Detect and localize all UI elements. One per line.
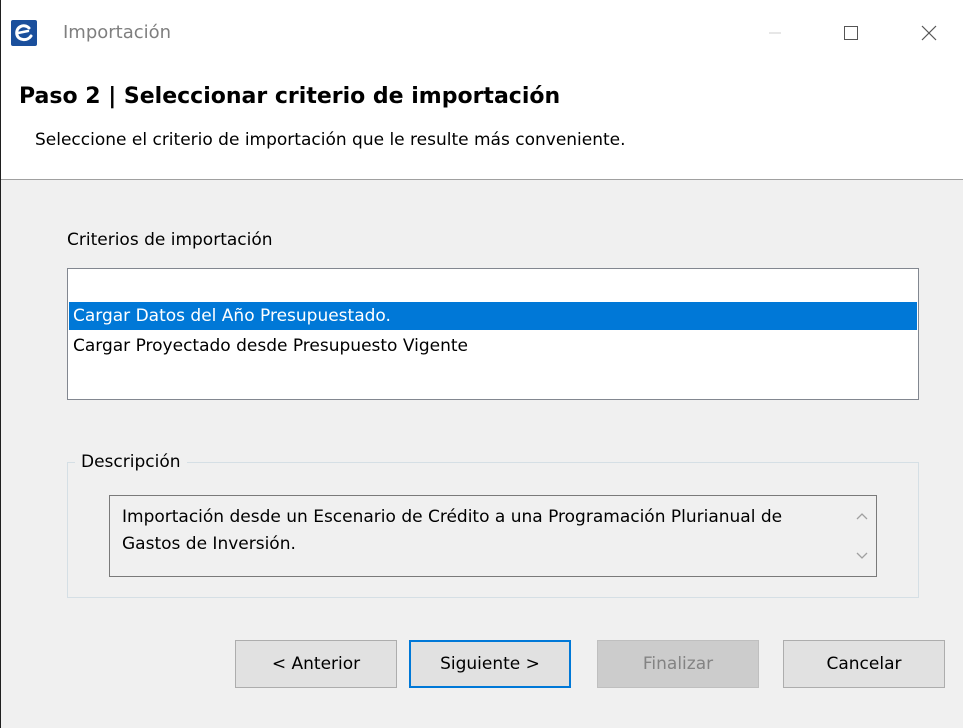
previous-button[interactable]: < Anterior — [235, 640, 397, 688]
description-textbox[interactable]: Importación desde un Escenario de Crédit… — [109, 495, 877, 577]
description-text: Importación desde un Escenario de Crédit… — [122, 507, 783, 554]
app-logo-icon — [11, 20, 37, 46]
import-wizard-window: Importación Paso 2 | Seleccionar criteri… — [0, 0, 963, 728]
maximize-button[interactable] — [819, 0, 883, 66]
scroll-up-icon[interactable] — [854, 508, 870, 524]
finish-button[interactable]: Finalizar — [597, 640, 759, 688]
cancel-button[interactable]: Cancelar — [783, 640, 945, 688]
scroll-down-icon[interactable] — [854, 548, 870, 564]
maximize-icon — [844, 26, 858, 40]
criteria-item-projected-current[interactable]: Cargar Proyectado desde Presupuesto Vige… — [69, 332, 917, 360]
window-title: Importación — [63, 22, 172, 43]
description-legend: Descripción — [75, 452, 187, 472]
close-button[interactable] — [897, 0, 961, 66]
step-description: Seleccione el criterio de importación qu… — [35, 130, 626, 150]
criteria-label: Criterios de importación — [67, 230, 273, 250]
close-icon — [921, 25, 937, 41]
criteria-item-budget-year[interactable]: Cargar Datos del Año Presupuestado. — [69, 302, 917, 330]
minimize-icon — [769, 32, 781, 34]
minimize-button[interactable] — [743, 0, 807, 66]
title-bar[interactable]: Importación — [1, 0, 963, 66]
step-title: Paso 2 | Seleccionar criterio de importa… — [19, 84, 561, 109]
criteria-listbox[interactable]: Cargar Datos del Año Presupuestado. Carg… — [67, 268, 919, 400]
next-button[interactable]: Siguiente > — [409, 640, 571, 688]
wizard-header: Paso 2 | Seleccionar criterio de importa… — [1, 66, 963, 180]
